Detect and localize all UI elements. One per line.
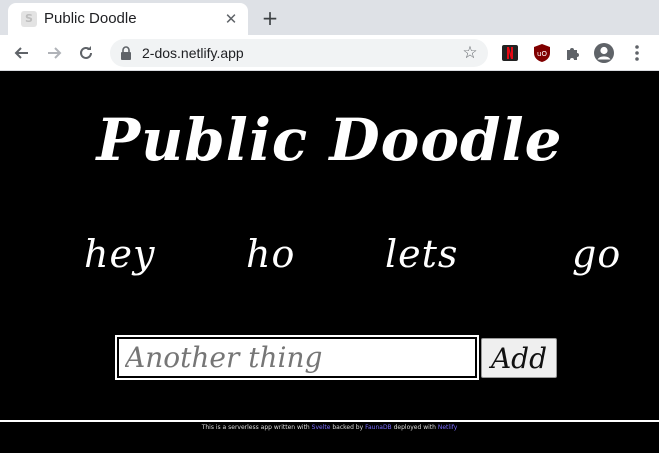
- add-thing-form: Add: [115, 335, 559, 380]
- browser-tab[interactable]: S Public Doodle ✕: [8, 3, 248, 35]
- svelte-link[interactable]: Svelte: [312, 424, 331, 431]
- thing-input[interactable]: [115, 335, 479, 380]
- extensions-puzzle-icon[interactable]: [562, 42, 584, 64]
- footer-divider: [0, 420, 659, 422]
- url-text[interactable]: 2-dos.netlify.app: [142, 45, 244, 61]
- footer: This is a serverless app written with Sv…: [0, 424, 659, 431]
- reload-icon[interactable]: [73, 40, 99, 66]
- netlify-link[interactable]: Netlify: [438, 424, 457, 431]
- list-item[interactable]: ho: [246, 232, 295, 276]
- close-tab-icon[interactable]: ✕: [222, 10, 240, 28]
- footer-text: This is a serverless app written with: [201, 424, 310, 431]
- doodle-list: hey ho lets go: [0, 232, 659, 282]
- svg-text:uO: uO: [537, 50, 547, 58]
- app-page: Public Doodle hey ho lets go Add This is…: [0, 72, 659, 453]
- bookmark-star-icon[interactable]: ☆: [460, 42, 480, 64]
- new-tab-icon[interactable]: +: [258, 6, 282, 30]
- page-title: Public Doodle: [96, 106, 563, 174]
- profile-icon[interactable]: [593, 42, 615, 64]
- footer-text: backed by: [332, 424, 364, 431]
- address-bar[interactable]: 2-dos.netlify.app ☆: [110, 39, 488, 67]
- back-icon[interactable]: [9, 40, 35, 66]
- faunadb-link[interactable]: FaunaDB: [365, 424, 392, 431]
- add-button[interactable]: Add: [481, 338, 557, 378]
- list-item[interactable]: lets: [385, 232, 458, 276]
- site-favicon-icon: S: [21, 11, 37, 27]
- list-item[interactable]: hey: [84, 232, 155, 276]
- kebab-menu-icon[interactable]: [626, 42, 648, 64]
- netflix-extension-icon[interactable]: [499, 42, 521, 64]
- browser-toolbar: 2-dos.netlify.app ☆ uO: [0, 35, 659, 71]
- lock-icon[interactable]: [120, 46, 132, 60]
- ublock-origin-icon[interactable]: uO: [531, 42, 553, 64]
- list-item[interactable]: go: [572, 232, 621, 276]
- tab-strip: S Public Doodle ✕ +: [0, 0, 659, 35]
- tab-title: Public Doodle: [44, 10, 137, 27]
- footer-text: deployed with: [393, 424, 436, 431]
- forward-icon[interactable]: [41, 40, 67, 66]
